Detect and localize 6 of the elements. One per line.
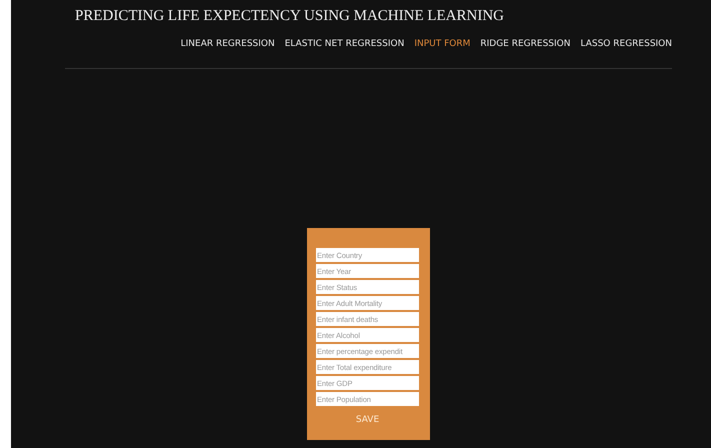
nav-link[interactable]: LASSO REGRESSION	[580, 39, 672, 49]
nav-link[interactable]: ELASTIC NET REGRESSION	[284, 39, 404, 49]
nav-link[interactable]: RIDGE REGRESSION	[480, 39, 570, 49]
site-title: PREDICTING LIFE EXPECTENCY USING MACHINE LEARNING	[75, 8, 506, 25]
nav-link[interactable]: LINEAR REGRESSION	[180, 39, 275, 49]
nav-link[interactable]: INPUT FORM	[414, 39, 470, 49]
